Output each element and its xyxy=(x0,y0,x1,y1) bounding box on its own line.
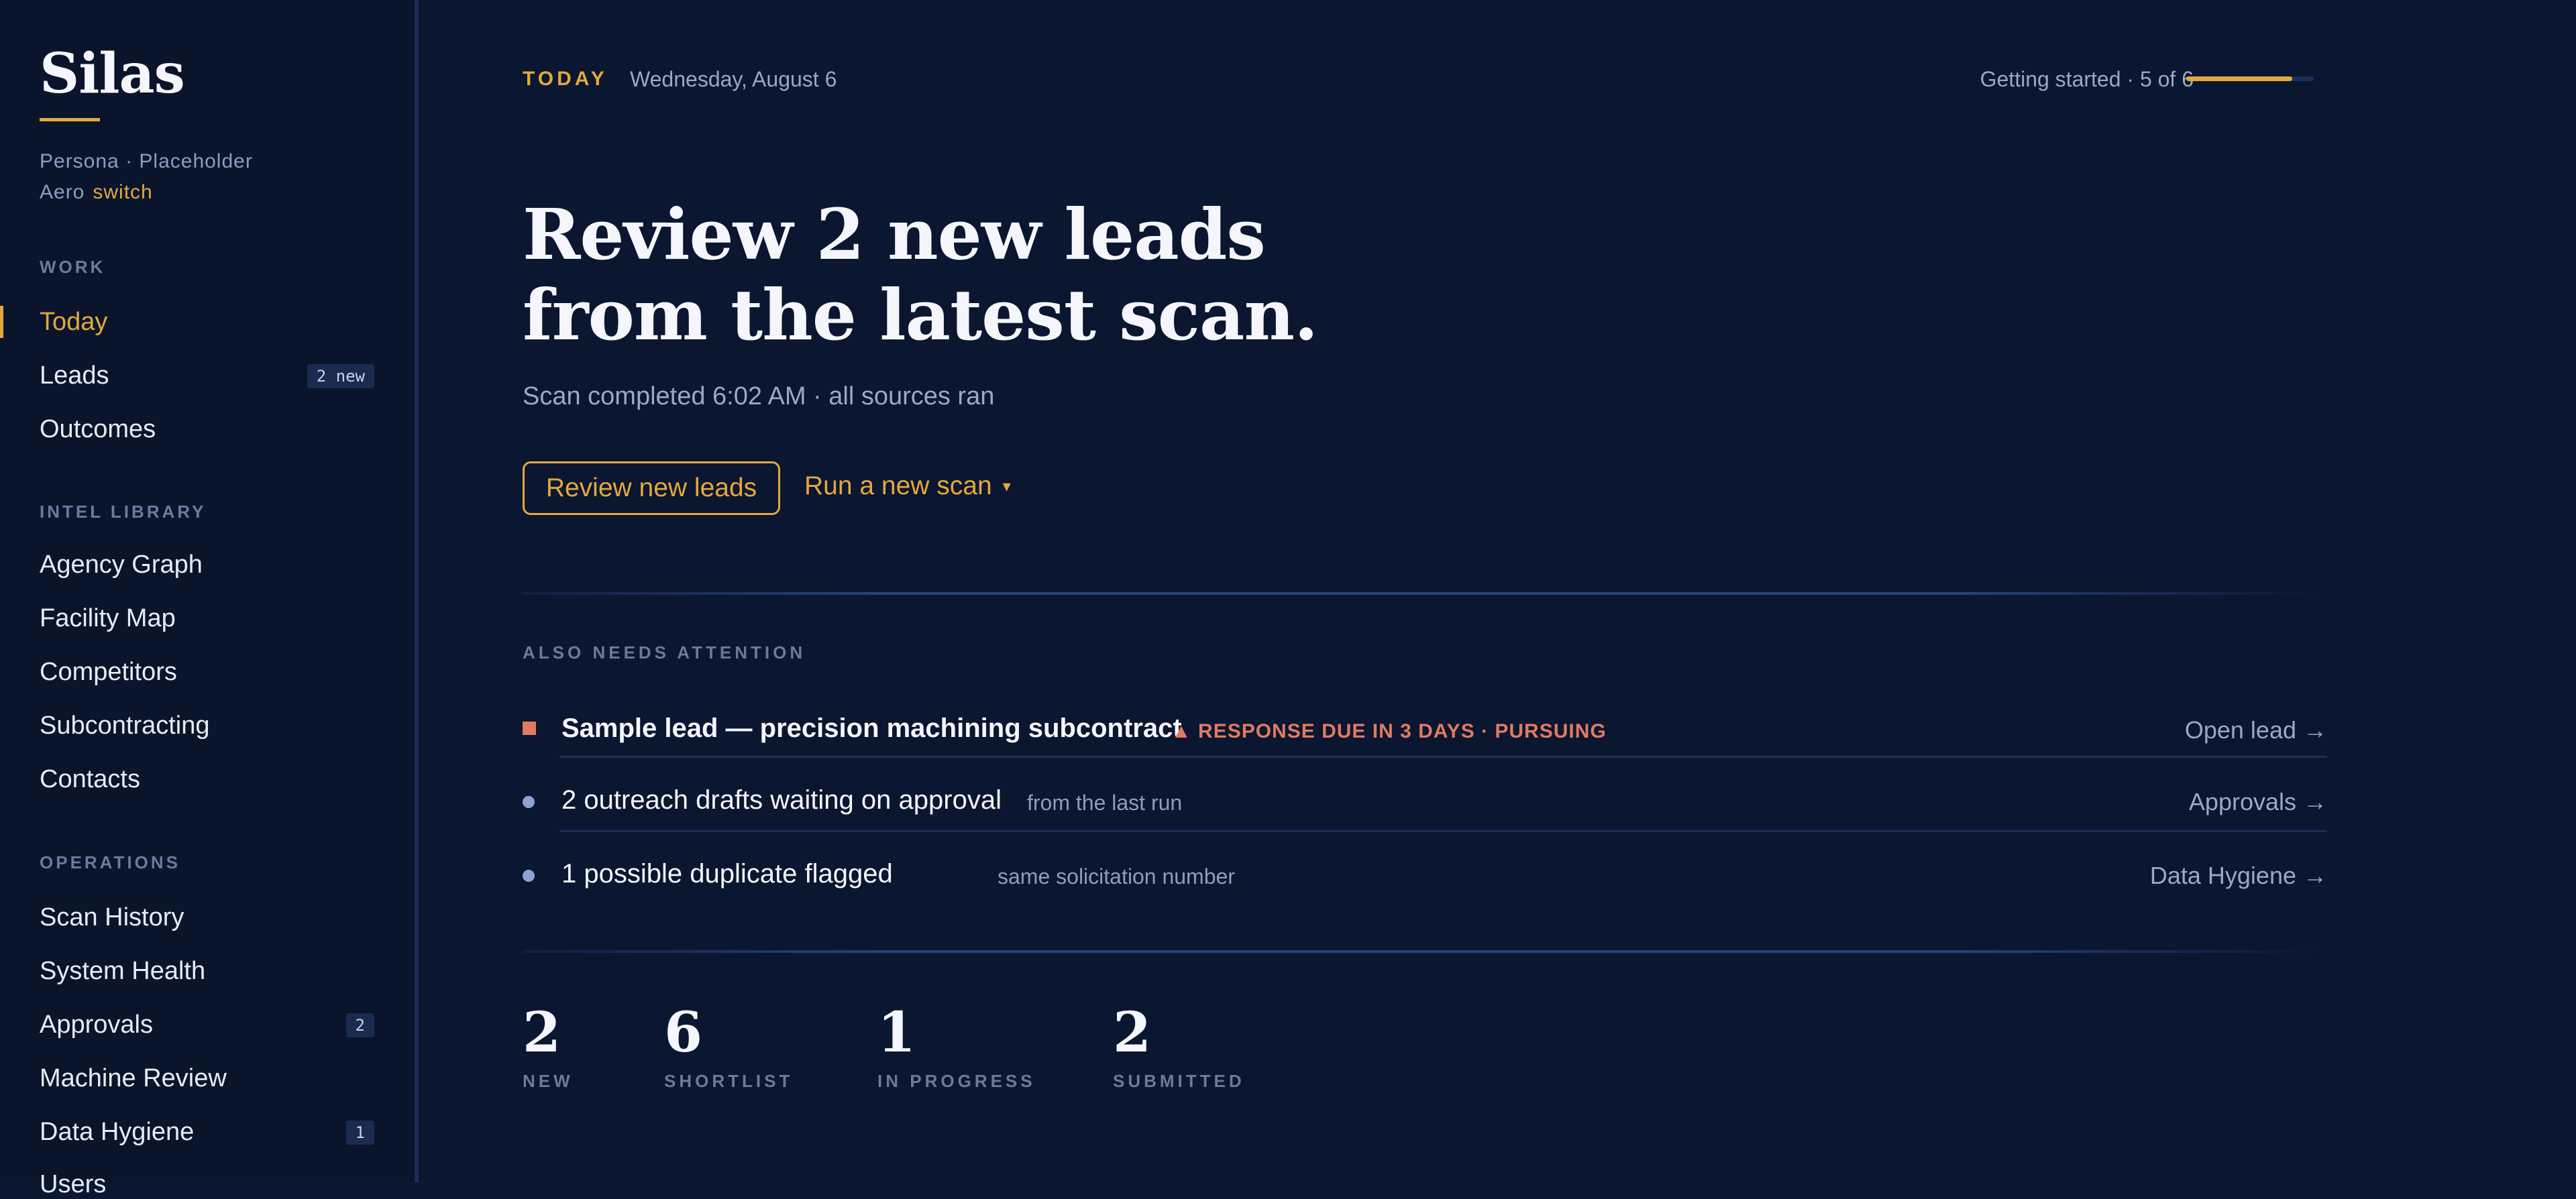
section-label-operations: OPERATIONS xyxy=(40,852,180,872)
sidebar-item-system-health[interactable]: System Health xyxy=(40,957,205,986)
stat-submitted[interactable]: 2 SUBMITTED xyxy=(1113,1003,1245,1092)
run-new-scan-label: Run a new scan xyxy=(804,471,992,500)
brand-logo: Silas xyxy=(40,42,185,106)
current-date: Wednesday, August 6 xyxy=(630,67,837,91)
stat-value: 2 xyxy=(1113,1001,1152,1065)
persona-label: Persona · Placeholder xyxy=(40,150,253,172)
sidebar-item-leads[interactable]: Leads xyxy=(40,361,109,390)
sidebar-item-facility-map[interactable]: Facility Map xyxy=(40,604,176,633)
onboarding-progress-fill xyxy=(2186,76,2293,81)
sidebar-item-machine-review[interactable]: Machine Review xyxy=(40,1064,227,1093)
onboarding-progress-bar[interactable] xyxy=(2186,76,2314,81)
scan-status: Scan completed 6:02 AM · all sources ran xyxy=(523,382,995,410)
leads-count-badge: 2 new xyxy=(307,364,374,388)
persona-switch-link[interactable]: switch xyxy=(93,181,152,203)
stat-label: SUBMITTED xyxy=(1113,1071,1245,1091)
attention-row-drafts[interactable]: 2 outreach drafts waiting on approval fr… xyxy=(523,758,2327,831)
urgent-marker-icon xyxy=(523,722,536,735)
data-hygiene-count-badge: 1 xyxy=(345,1121,374,1145)
run-new-scan-button[interactable]: Run a new scan ▾ xyxy=(804,471,1011,501)
attention-row-lead[interactable]: Sample lead — precision machining subcon… xyxy=(523,687,2327,759)
attention-section-label: ALSO NEEDS ATTENTION xyxy=(523,642,806,663)
row-separator xyxy=(559,756,2327,758)
info-marker-icon xyxy=(523,870,535,882)
attention-row-meta: same solicitation number xyxy=(998,864,1235,889)
sidebar-item-outcomes[interactable]: Outcomes xyxy=(40,415,156,444)
active-indicator xyxy=(0,306,3,338)
stat-in-progress[interactable]: 1 IN PROGRESS xyxy=(877,1003,1036,1092)
caret-down-icon: ▾ xyxy=(1002,477,1011,496)
sidebar-item-data-hygiene[interactable]: Data Hygiene xyxy=(40,1118,194,1147)
brand-underline xyxy=(40,118,100,121)
open-lead-link[interactable]: Open lead → xyxy=(2185,716,2327,744)
attention-row-title: 1 possible duplicate flagged xyxy=(561,859,893,889)
stat-new[interactable]: 2 NEW xyxy=(523,1003,574,1092)
section-label-intel: INTEL LIBRARY xyxy=(40,502,207,522)
stat-value: 6 xyxy=(664,1001,703,1065)
stat-value: 2 xyxy=(523,1001,561,1065)
section-label-work: WORK xyxy=(40,257,106,277)
info-marker-icon xyxy=(523,796,535,808)
approvals-count-badge: 2 xyxy=(345,1013,374,1037)
main-content: TODAY Wednesday, August 6 Getting starte… xyxy=(419,0,2576,1182)
attention-row-title: 2 outreach drafts waiting on approval xyxy=(561,785,1002,815)
stat-shortlist[interactable]: 6 SHORTLIST xyxy=(664,1003,793,1092)
attention-row-title: Sample lead — precision machining subcon… xyxy=(561,713,1182,743)
sidebar: Silas Persona · Placeholder Aero switch W… xyxy=(0,0,419,1198)
sidebar-item-contacts[interactable]: Contacts xyxy=(40,765,140,794)
data-hygiene-link[interactable]: Data Hygiene → xyxy=(2150,862,2327,890)
deadline-warning: ▲ RESPONSE DUE IN 3 DAYS · PURSUING xyxy=(1171,720,1607,742)
persona-name-row: Aero switch xyxy=(40,181,153,204)
stat-label: SHORTLIST xyxy=(664,1071,794,1091)
sidebar-item-competitors[interactable]: Competitors xyxy=(40,658,177,687)
persona-name: Aero xyxy=(40,181,85,203)
stat-label: IN PROGRESS xyxy=(877,1071,1036,1091)
stat-label: NEW xyxy=(523,1071,574,1091)
sidebar-item-users[interactable]: Users xyxy=(40,1170,106,1199)
attention-row-meta: from the last run xyxy=(1027,791,1183,815)
stat-value: 1 xyxy=(877,1001,916,1065)
section-divider xyxy=(523,950,2320,953)
hero-headline: Review 2 new leads from the latest scan. xyxy=(523,193,1318,356)
sidebar-item-approvals[interactable]: Approvals xyxy=(40,1011,153,1039)
review-new-leads-button[interactable]: Review new leads xyxy=(523,461,780,515)
onboarding-progress-text[interactable]: Getting started · 5 of 6 xyxy=(1980,67,2194,92)
sidebar-item-subcontracting[interactable]: Subcontracting xyxy=(40,711,210,740)
today-label: TODAY xyxy=(523,68,608,90)
sidebar-item-scan-history[interactable]: Scan History xyxy=(40,903,184,932)
approvals-link[interactable]: Approvals → xyxy=(2189,788,2327,816)
attention-row-duplicate[interactable]: 1 possible duplicate flagged same solici… xyxy=(523,832,2327,905)
sidebar-item-agency-graph[interactable]: Agency Graph xyxy=(40,551,203,579)
section-divider xyxy=(523,592,2320,595)
sidebar-item-today[interactable]: Today xyxy=(40,308,107,337)
